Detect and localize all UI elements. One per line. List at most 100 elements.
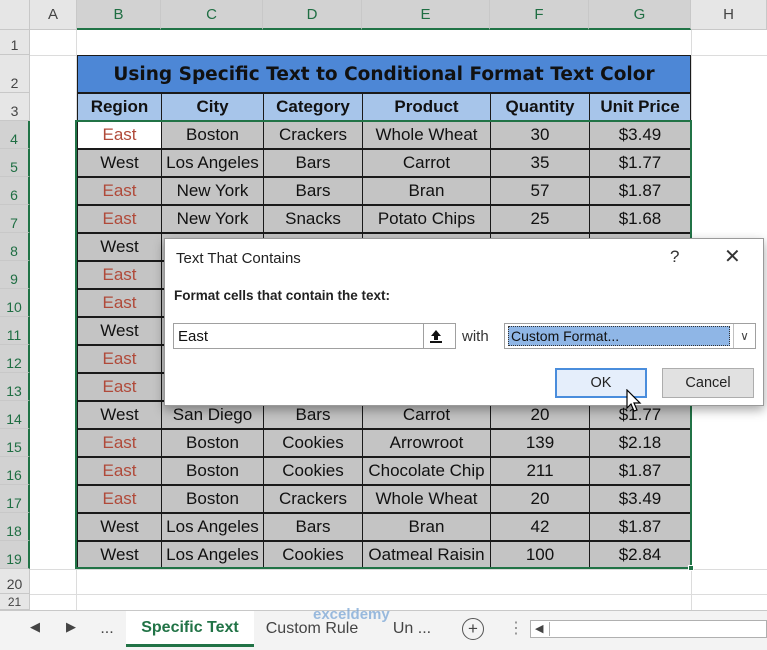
cell-product[interactable]: Potato Chips xyxy=(362,205,491,233)
cell-category[interactable]: Crackers xyxy=(263,121,363,149)
cell-product[interactable]: Oatmeal Raisin xyxy=(362,541,491,569)
fill-handle[interactable] xyxy=(688,565,694,571)
cell-product[interactable]: Chocolate Chip xyxy=(362,457,491,485)
row-header[interactable]: 2 xyxy=(0,55,30,93)
cell-city[interactable]: Boston xyxy=(161,457,264,485)
column-header-h[interactable]: H xyxy=(691,0,767,30)
splitter-icon[interactable]: ⋮ xyxy=(508,618,524,638)
cell-quantity[interactable]: 30 xyxy=(490,121,590,149)
row-header[interactable]: 20 xyxy=(0,569,30,594)
cell-city[interactable]: New York xyxy=(161,205,264,233)
column-header-d[interactable]: D xyxy=(263,0,362,30)
row-header[interactable]: 19 xyxy=(0,541,30,569)
cell-product[interactable]: Bran xyxy=(362,177,491,205)
cell-unit-price[interactable]: $1.77 xyxy=(589,149,691,177)
cell-quantity[interactable]: 35 xyxy=(490,149,590,177)
row-header[interactable]: 12 xyxy=(0,345,30,373)
row-header[interactable]: 1 xyxy=(0,30,30,55)
column-header-e[interactable]: E xyxy=(362,0,490,30)
cell-category[interactable]: Bars xyxy=(263,513,363,541)
header-region[interactable]: Region xyxy=(77,93,162,121)
cell-city[interactable]: Los Angeles xyxy=(161,149,264,177)
tab-prev-icon[interactable]: ◀ xyxy=(30,619,40,635)
cell-city[interactable]: New York xyxy=(161,177,264,205)
cell-category[interactable]: Cookies xyxy=(263,541,363,569)
cell-region[interactable]: West xyxy=(77,149,162,177)
tab-next-icon[interactable]: ▶ xyxy=(66,619,76,635)
cell-unit-price[interactable]: $1.87 xyxy=(589,513,691,541)
cell-region[interactable]: East xyxy=(77,373,162,401)
header-category[interactable]: Category xyxy=(263,93,363,121)
cell-quantity[interactable]: 139 xyxy=(490,429,590,457)
select-all-corner[interactable] xyxy=(0,0,30,30)
cell-product[interactable]: Bran xyxy=(362,513,491,541)
cell-quantity[interactable]: 20 xyxy=(490,485,590,513)
cell-city[interactable]: Boston xyxy=(161,121,264,149)
cell-quantity[interactable]: 100 xyxy=(490,541,590,569)
row-header[interactable]: 14 xyxy=(0,401,30,429)
cell-product[interactable]: Whole Wheat xyxy=(362,121,491,149)
row-header[interactable]: 21 xyxy=(0,594,30,610)
row-header[interactable]: 10 xyxy=(0,289,30,317)
cell-category[interactable]: Cookies xyxy=(263,429,363,457)
cell-unit-price[interactable]: $1.68 xyxy=(589,205,691,233)
cell-category[interactable]: Cookies xyxy=(263,457,363,485)
cell-quantity[interactable]: 211 xyxy=(490,457,590,485)
cell-region[interactable]: East xyxy=(77,205,162,233)
cell-unit-price[interactable]: $2.84 xyxy=(589,541,691,569)
row-header[interactable]: 4 xyxy=(0,121,30,149)
range-select-icon[interactable] xyxy=(423,324,447,348)
cell-city[interactable]: Boston xyxy=(161,485,264,513)
column-header-f[interactable]: F xyxy=(490,0,589,30)
add-sheet-icon[interactable]: + xyxy=(462,618,484,640)
column-header-c[interactable]: C xyxy=(161,0,263,30)
cell-region[interactable]: West xyxy=(77,401,162,429)
tab-specific-text[interactable]: Specific Text xyxy=(126,611,254,647)
help-icon[interactable]: ? xyxy=(670,247,679,267)
row-header[interactable]: 7 xyxy=(0,205,30,233)
cell-city[interactable]: Los Angeles xyxy=(161,541,264,569)
cell-category[interactable]: Crackers xyxy=(263,485,363,513)
cell-region[interactable]: East xyxy=(77,457,162,485)
cell-region[interactable]: East xyxy=(77,345,162,373)
cell-unit-price[interactable]: $2.18 xyxy=(589,429,691,457)
cell-quantity[interactable]: 25 xyxy=(490,205,590,233)
cell-category[interactable]: Bars xyxy=(263,149,363,177)
header-quantity[interactable]: Quantity xyxy=(490,93,590,121)
row-header[interactable]: 15 xyxy=(0,429,30,457)
cell-region[interactable]: East xyxy=(77,121,162,149)
column-header-b[interactable]: B xyxy=(77,0,161,30)
row-header[interactable]: 6 xyxy=(0,177,30,205)
horizontal-scrollbar[interactable]: ◀ xyxy=(530,620,767,638)
cell-category[interactable]: Snacks xyxy=(263,205,363,233)
cell-region[interactable]: East xyxy=(77,485,162,513)
row-header[interactable]: 17 xyxy=(0,485,30,513)
cell-unit-price[interactable]: $1.87 xyxy=(589,457,691,485)
contains-text-input[interactable]: East xyxy=(173,323,456,349)
format-select[interactable]: Custom Format... ∨ xyxy=(504,323,756,349)
tab-overflow[interactable]: ... xyxy=(90,611,124,647)
row-header[interactable]: 13 xyxy=(0,373,30,401)
cell-region[interactable]: East xyxy=(77,429,162,457)
cell-unit-price[interactable]: $3.49 xyxy=(589,485,691,513)
cell-region[interactable]: East xyxy=(77,261,162,289)
cell-category[interactable]: Bars xyxy=(263,177,363,205)
cancel-button[interactable]: Cancel xyxy=(662,368,754,398)
cell-unit-price[interactable]: $3.49 xyxy=(589,121,691,149)
cell-region[interactable]: West xyxy=(77,513,162,541)
cell-region[interactable]: East xyxy=(77,177,162,205)
row-header[interactable]: 11 xyxy=(0,317,30,345)
header-city[interactable]: City xyxy=(161,93,264,121)
cell-product[interactable]: Carrot xyxy=(362,149,491,177)
cell-city[interactable]: Boston xyxy=(161,429,264,457)
cell-unit-price[interactable]: $1.87 xyxy=(589,177,691,205)
row-header[interactable]: 3 xyxy=(0,93,30,121)
cell-region[interactable]: West xyxy=(77,541,162,569)
row-header[interactable]: 9 xyxy=(0,261,30,289)
header-unit-price[interactable]: Unit Price xyxy=(589,93,691,121)
cell-quantity[interactable]: 42 xyxy=(490,513,590,541)
column-header-g[interactable]: G xyxy=(589,0,691,30)
row-header[interactable]: 16 xyxy=(0,457,30,485)
cell-quantity[interactable]: 57 xyxy=(490,177,590,205)
row-header[interactable]: 5 xyxy=(0,149,30,177)
